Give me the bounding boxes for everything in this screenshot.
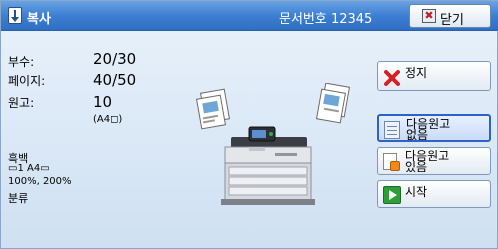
close-icon: ✖ xyxy=(422,9,436,23)
start-button[interactable]: 시작 xyxy=(377,180,491,208)
scale-info: 100%, 200% xyxy=(8,176,72,187)
start-button-label: 시작 xyxy=(405,185,428,199)
pages-label: 페이지: xyxy=(8,74,46,88)
no-more-originals-label: 다음원고 없음 xyxy=(406,117,451,142)
more-originals-button[interactable]: 다음원고 있음 xyxy=(377,147,491,175)
stop-icon xyxy=(384,70,400,86)
stop-button[interactable]: 정지 xyxy=(377,61,491,91)
copied-document-icon xyxy=(315,83,351,124)
copier-machine-icon xyxy=(195,83,351,205)
original-document-icon xyxy=(195,88,231,130)
stop-button-label: 정지 xyxy=(405,66,428,80)
more-originals-label: 다음원고 있음 xyxy=(405,149,450,174)
document-plus-icon xyxy=(383,153,400,171)
tray-paper-info: ▭1 A4▭ xyxy=(8,163,50,174)
close-button-label: 닫기 xyxy=(440,13,464,28)
originals-value: 10 xyxy=(93,93,113,111)
copy-job-screen: 복사 문서번호 12345 ✖ 닫기 부수: 20/30 페이지: 40/50 … xyxy=(0,0,498,249)
copies-label: 부수: xyxy=(8,55,35,69)
copy-icon xyxy=(8,7,22,24)
pages-value: 40/50 xyxy=(93,71,137,89)
document-icon xyxy=(384,121,400,139)
no-more-originals-button[interactable]: 다음원고 없음 xyxy=(377,114,491,142)
page-title: 복사 xyxy=(27,12,51,27)
original-size: (A4◻) xyxy=(93,114,123,125)
document-number: 문서번호 12345 xyxy=(279,12,373,27)
close-button[interactable]: ✖ 닫기 xyxy=(409,4,491,28)
copies-value: 20/30 xyxy=(93,50,137,68)
title-bar: 복사 문서번호 12345 ✖ 닫기 xyxy=(1,1,498,31)
sort-info: 분류 xyxy=(8,192,29,205)
originals-label: 원고: xyxy=(8,96,35,110)
play-icon xyxy=(383,186,401,204)
